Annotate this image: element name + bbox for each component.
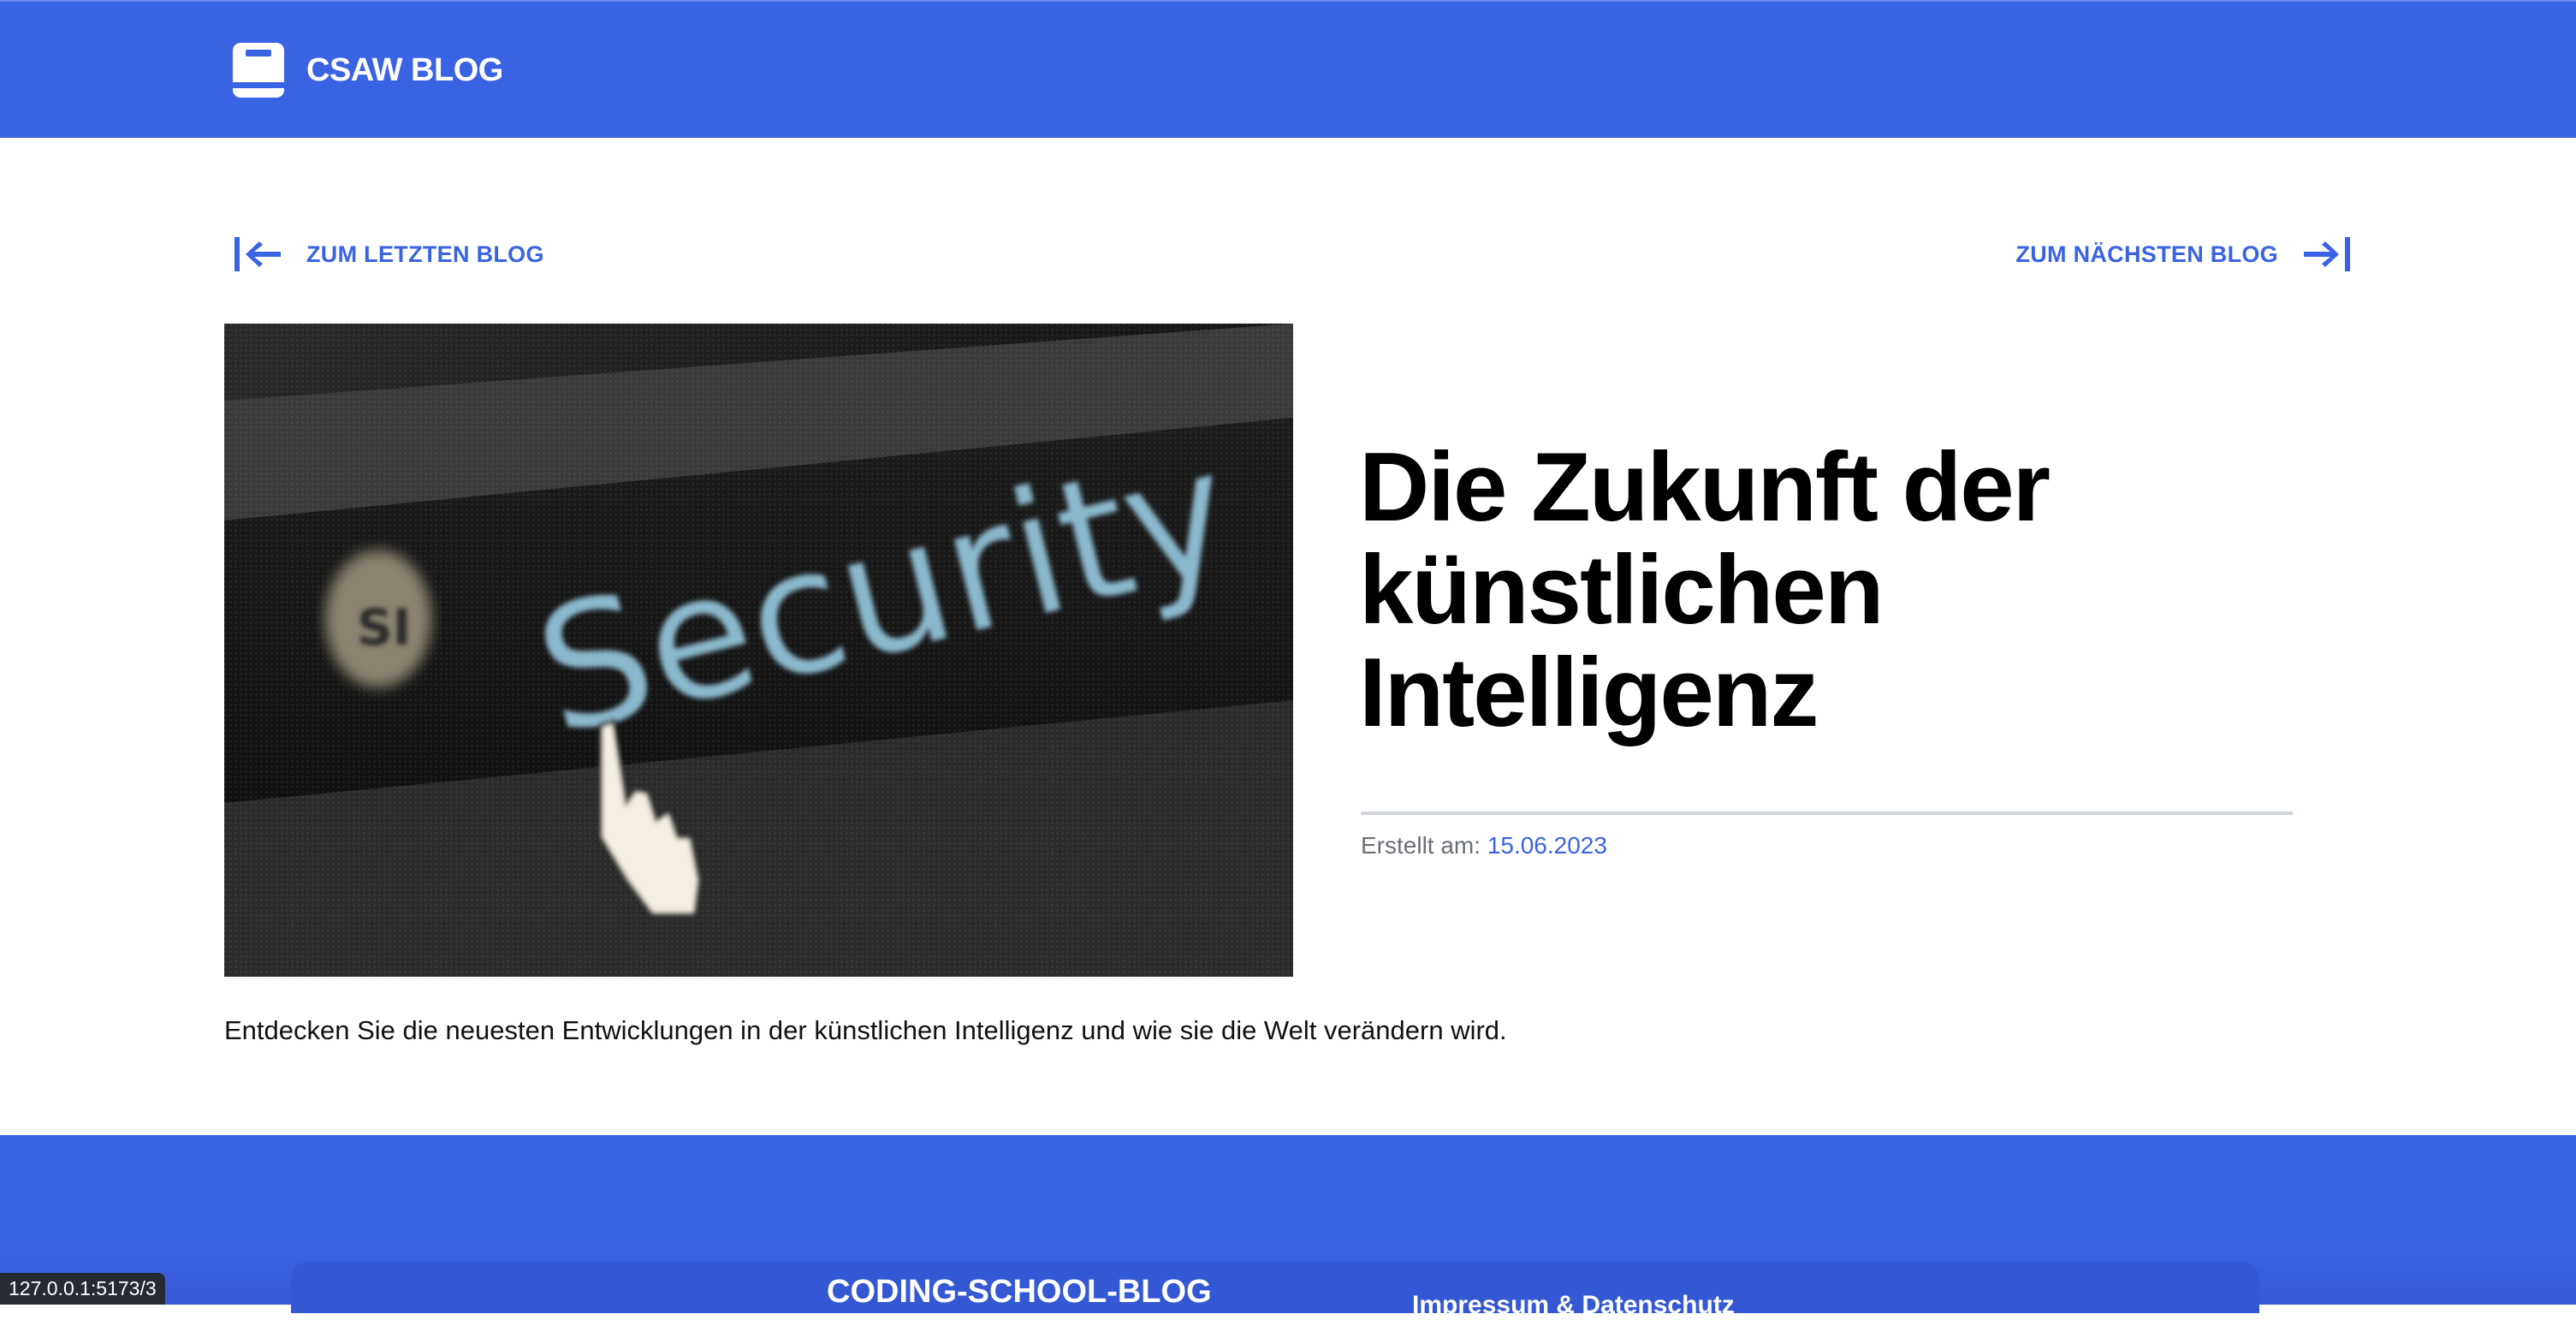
next-blog-label: ZUM NÄCHSTEN BLOG bbox=[2015, 241, 2278, 267]
brand-home-link[interactable]: CSAW BLOG bbox=[231, 41, 503, 99]
status-bar-url: 127.0.0.1:5173/3 bbox=[0, 1273, 165, 1305]
footer-panel bbox=[291, 1262, 2259, 1313]
post-date: 15.06.2023 bbox=[1487, 832, 1607, 859]
site-header: CSAW BLOG bbox=[0, 0, 2576, 138]
next-blog-link[interactable]: ZUM NÄCHSTEN BLOG bbox=[2015, 233, 2352, 276]
footer-title: CODING-SCHOOL-BLOG bbox=[827, 1274, 1212, 1310]
arrow-right-to-line-icon bbox=[2304, 237, 2350, 271]
brand-label: CSAW BLOG bbox=[306, 51, 503, 88]
site-footer: CODING-SCHOOL-BLOG Impressum & Datenschu… bbox=[0, 1135, 2576, 1319]
created-label: Erstellt am: bbox=[1361, 832, 1487, 859]
previous-blog-link[interactable]: ZUM LETZTEN BLOG bbox=[233, 233, 544, 276]
post-hero-image: SI Security bbox=[224, 324, 1293, 977]
footer-links-heading[interactable]: Impressum & Datenschutz bbox=[1412, 1291, 1735, 1320]
title-divider bbox=[1361, 812, 2293, 815]
shield-badge-text: SI bbox=[357, 598, 411, 657]
security-screen-illustration: SI Security bbox=[224, 324, 1293, 977]
previous-blog-label: ZUM LETZTEN BLOG bbox=[306, 241, 544, 267]
book-icon bbox=[233, 43, 284, 98]
post-meta: Erstellt am: 15.06.2023 bbox=[1361, 832, 1607, 859]
post-description: Entdecken Sie die neuesten Entwicklungen… bbox=[224, 1015, 1507, 1045]
arrow-left-to-line-icon bbox=[234, 237, 281, 271]
post-title: Die Zukunft der künstlichen Intelligenz bbox=[1359, 433, 2051, 747]
